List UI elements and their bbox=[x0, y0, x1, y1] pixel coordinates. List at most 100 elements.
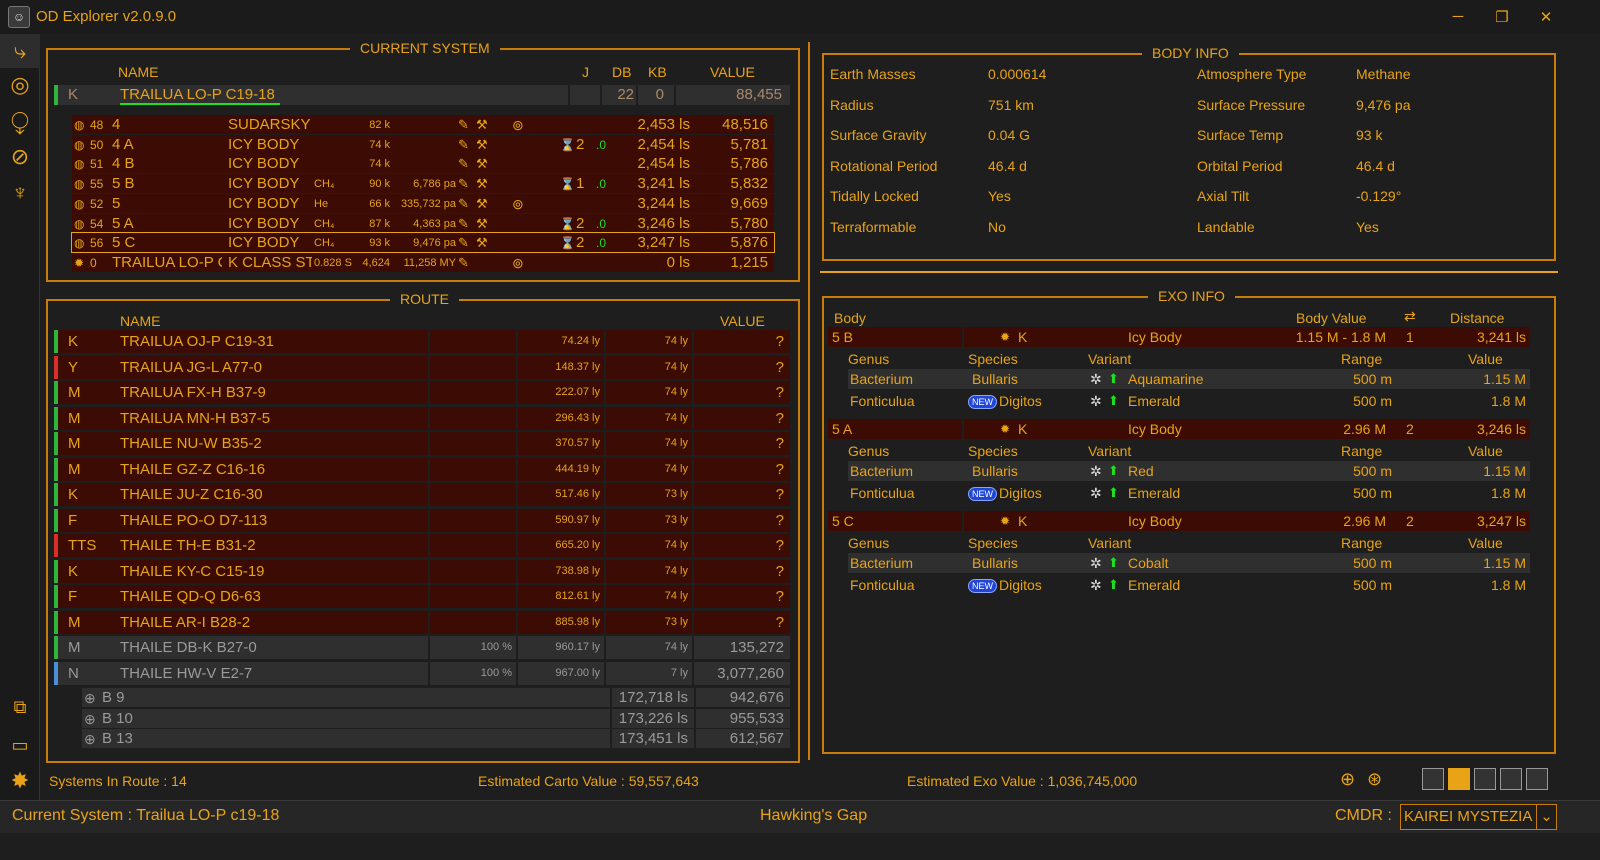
new-badge: NEW bbox=[968, 394, 997, 409]
body-row[interactable]: ◍ 50 4 A ICY BODY 74 k ✎ ⚒ ⌛ 2 .0 2,454 ls 5,781 bbox=[72, 134, 774, 154]
column-divider bbox=[808, 42, 810, 760]
route-row[interactable]: Y TRAILUA JG-L A77-0 148.37 ly 74 ly? bbox=[54, 355, 790, 379]
star-class-bar bbox=[54, 636, 58, 659]
exo-species-row[interactable]: Fonticulua NEW Digitos ✲ ⬆ Emerald 500 m 1.8 M bbox=[848, 391, 1530, 411]
layout-wide-icon[interactable] bbox=[1526, 768, 1548, 790]
minimize-button[interactable]: ─ bbox=[1448, 8, 1468, 25]
exo-subheader-variant: Variant bbox=[1088, 535, 1132, 551]
bio-icon: ⌛ bbox=[560, 216, 572, 231]
body-row[interactable]: ✹ 0 TRAILUA LO-P C1 K CLASS ST0.828 S 4,624 1… bbox=[72, 252, 774, 272]
discovered-icon: ⚒ bbox=[476, 176, 488, 192]
route-sub-body-row[interactable]: ⊕ B 9 172,718 ls 942,676 bbox=[82, 688, 790, 707]
route-jump-distance: 74 ly bbox=[664, 462, 688, 475]
body-gravity: 87 k bbox=[369, 217, 390, 230]
route-sub-body-row[interactable]: ⊕ B 10 173,226 ls 955,533 bbox=[82, 708, 790, 728]
star-class-bar bbox=[54, 534, 58, 557]
exo-sort-icon[interactable]: ⇄ bbox=[1404, 308, 1416, 325]
route-scan-percent bbox=[432, 611, 512, 634]
close-button[interactable]: ✕ bbox=[1536, 8, 1556, 26]
route-scan-percent bbox=[432, 483, 512, 506]
layout-columns-icon[interactable] bbox=[1500, 768, 1522, 790]
bio-icon bbox=[560, 154, 572, 173]
route-system-name: THAILE NU-W B35-2 bbox=[120, 435, 262, 452]
body-row[interactable]: ◍ 52 5 ICY BODY He 66 k 335,732 pa ✎ ⚒ ⊚ 3,244 ls 9… bbox=[72, 193, 774, 213]
route-row[interactable]: K THAILE JU-Z C16-30 517.46 ly 73 ly? bbox=[54, 483, 790, 506]
body-row[interactable]: ◍ 55 5 B ICY BODY CH₄ 90 k 6,786 pa ✎ ⚒ ⌛ 1 .0 3,241… bbox=[72, 174, 774, 194]
exo-species-row[interactable]: Bacterium Bullaris ✲ ⬆ Aquamarine 500 m 1.15 M bbox=[848, 369, 1530, 389]
route-jump-distance: 73 ly bbox=[664, 513, 688, 526]
exo-body-type: Icy Body bbox=[1128, 421, 1182, 437]
route-row[interactable]: M THAILE NU-W B35-2 370.57 ly 74 ly? bbox=[54, 432, 790, 455]
body-row[interactable]: ◍ 56 5 C ICY BODY CH₄ 93 k 9,476 pa ✎ ⚒ ⌛ 2 .0 3,247… bbox=[71, 232, 775, 254]
route-total-distance: 148.37 ly bbox=[555, 360, 600, 373]
body-value: 5,832 bbox=[730, 175, 768, 193]
exo-species-row[interactable]: Fonticulua NEW Digitos ✲ ⬆ Emerald 500 m 1.8 M bbox=[848, 483, 1530, 503]
route-row[interactable]: N THAILE HW-V E2-7 100 % 967.00 ly 7 ly 3,077… bbox=[54, 661, 790, 685]
route-icon[interactable]: ⤷ bbox=[7, 38, 33, 64]
current-system-row[interactable]: K TRAILUA LO-P C19-18 22 0 88,455 bbox=[54, 85, 790, 105]
body-atmosphere bbox=[314, 154, 362, 173]
route-row[interactable]: K TRAILUA OJ-P C19-31 74.24 ly 74 ly? bbox=[54, 330, 790, 353]
route-row[interactable]: K THAILE KY-C C15-19 738.98 ly 74 ly? bbox=[54, 559, 790, 583]
route-jump-distance: 74 ly bbox=[664, 411, 688, 424]
bio-count: 2 bbox=[576, 234, 585, 252]
body-distance: 2,453 ls bbox=[637, 116, 690, 133]
wings-rank-icon[interactable]: ♆ bbox=[7, 180, 33, 206]
route-row[interactable]: M THAILE GZ-Z C16-16 444.19 ly 74 ly? bbox=[54, 457, 790, 481]
route-star-class: N bbox=[68, 664, 79, 682]
layout-split-icon[interactable] bbox=[1474, 768, 1496, 790]
route-sub-body-row[interactable]: ⊕ B 13 173,451 ls 612,567 bbox=[82, 729, 790, 748]
exo-range: 500 m bbox=[1353, 484, 1392, 501]
exo-species-row[interactable]: Bacterium Bullaris ✲ ⬆ Red 500 m 1.15 M bbox=[848, 461, 1530, 481]
exo-species: Bullaris bbox=[972, 371, 1018, 387]
exo-species-row[interactable]: Fonticulua NEW Digitos ✲ ⬆ Emerald 500 m 1.8 M bbox=[848, 575, 1530, 595]
star-class-bar bbox=[54, 610, 58, 634]
route-row[interactable]: M TRAILUA MN-H B37-5 296.43 ly 74 ly? bbox=[54, 406, 790, 430]
body-type: ICY BODY bbox=[228, 194, 300, 212]
route-row[interactable]: F THAILE PO-O D7-113 590.97 ly 73 ly? bbox=[54, 508, 790, 532]
body-info-value: Yes bbox=[1356, 219, 1379, 235]
body-row[interactable]: ◍ 51 4 B ICY BODY 74 k ✎ ⚒ 2,454 ls 5,786 bbox=[72, 154, 774, 174]
compass-icon[interactable]: ⊘ bbox=[7, 144, 33, 170]
restore-button[interactable]: ❐ bbox=[1492, 8, 1512, 26]
exo-body-row[interactable]: 5 A ✹ K Icy Body 2.96 M 2 3,246 ls bbox=[828, 419, 1530, 439]
layout-rows-icon[interactable] bbox=[1422, 768, 1444, 790]
layout-grid-icon[interactable] bbox=[1448, 768, 1470, 790]
planet-icon: ◍ bbox=[74, 137, 85, 152]
exo-species-row[interactable]: Bacterium Bullaris ✲ ⬆ Cobalt 500 m 1.15 M bbox=[848, 553, 1530, 573]
route-value: ? bbox=[775, 486, 784, 503]
body-pressure: 4,363 pa bbox=[413, 217, 456, 230]
globe-filter-icon[interactable]: ⊕ bbox=[1340, 769, 1355, 790]
bio-icon: ⌛ bbox=[560, 177, 572, 192]
discovered-icon: ⚒ bbox=[476, 215, 488, 231]
route-row[interactable]: M TRAILUA FX-H B37-9 222.07 ly 74 ly? bbox=[54, 381, 790, 404]
ringed-icon: ⊚ bbox=[512, 254, 524, 271]
body-type: ICY BODY bbox=[228, 234, 300, 252]
sub-body-distance: 173,451 ls bbox=[618, 730, 688, 747]
body-filter-icon[interactable]: ⊛ bbox=[1367, 769, 1382, 790]
route-value: ? bbox=[775, 537, 784, 554]
exo-body-row[interactable]: 5 C ✹ K Icy Body 2.96 M 2 3,247 ls bbox=[828, 511, 1530, 531]
system-orbit-icon[interactable]: ◎ bbox=[7, 72, 33, 98]
body-row[interactable]: ◍ 54 5 A ICY BODY CH₄ 87 k 4,363 pa ✎ ⚒ ⌛ 2 .0 3,246… bbox=[72, 213, 774, 233]
route-row[interactable]: F THAILE QD-Q D6-63 812.61 ly 74 ly? bbox=[54, 585, 790, 608]
route-scan-percent bbox=[432, 585, 512, 608]
exo-body-row[interactable]: 5 B ✹ K Icy Body 1.15 M - 1.8 M 1 3,241 ls bbox=[828, 327, 1530, 347]
body-info-value: Methane bbox=[1356, 66, 1411, 82]
exo-variant: Emerald bbox=[1128, 484, 1181, 501]
popout-icon[interactable]: ⧉ bbox=[7, 694, 33, 720]
exo-subheader-species: Species bbox=[968, 443, 1018, 459]
chevron-down-icon[interactable]: ⌄ bbox=[1536, 805, 1556, 829]
route-row[interactable]: TTS THAILE TH-E B31-2 665.20 ly 74 ly? bbox=[54, 534, 790, 557]
route-row[interactable]: M THAILE DB-K B27-0 100 % 960.17 ly 74 ly 135… bbox=[54, 636, 790, 659]
dna-icon[interactable]: ⧬ bbox=[7, 108, 33, 134]
body-row[interactable]: ◍ 48 4 SUDARSKY 82 k ✎ ⚒ ⊚ 2,453 ls 48,516 bbox=[72, 115, 774, 134]
route-row[interactable]: M THAILE AR-I B28-2 885.98 ly 73 ly? bbox=[54, 610, 790, 634]
route-jump-distance: 74 ly bbox=[664, 641, 688, 653]
overlay-icon[interactable]: ▭ bbox=[7, 732, 33, 758]
cmdr-select[interactable]: KAIREI MYSTEZIA ⌄ bbox=[1400, 804, 1557, 830]
star-icon: ✹ bbox=[1000, 330, 1011, 344]
exo-subheader-value: Value bbox=[1468, 443, 1503, 459]
settings-gear-icon[interactable]: ✸ bbox=[7, 768, 33, 794]
cs-header-db: DB bbox=[612, 64, 632, 80]
